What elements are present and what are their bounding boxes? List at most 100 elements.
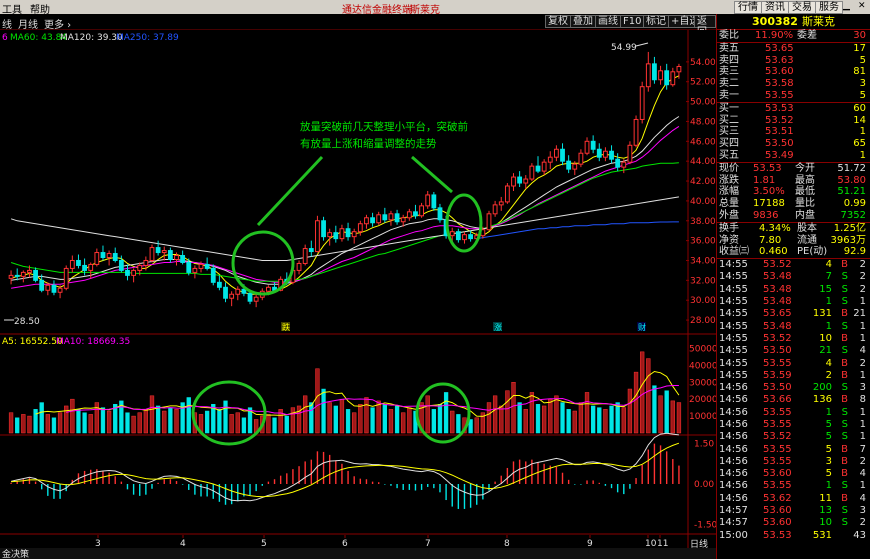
draw-line-button[interactable]: 画线	[595, 15, 621, 28]
tick-t: 14:55	[719, 369, 748, 381]
stat-v1: 3.50%	[753, 186, 785, 198]
fundamental-v2: 92.9	[843, 246, 866, 258]
candle-body	[357, 223, 363, 233]
ask-level[interactable]: 卖二 53.58 3	[717, 78, 870, 90]
candle-body	[486, 213, 492, 231]
fundamental-v2: 1.25亿	[833, 222, 866, 234]
fundamental-l2: 股本	[797, 222, 817, 234]
minimize-icon[interactable]: ▁	[843, 1, 850, 11]
volume-bar	[358, 404, 363, 434]
bid-level[interactable]: 买一 53.53 60	[717, 103, 870, 115]
volume-legend: A5: 16552.50 MA10: 18669.35	[2, 337, 130, 347]
bid-level[interactable]: 买五 53.49 1	[717, 150, 870, 162]
tick-p: 53.48	[763, 271, 792, 283]
tick-bs: S	[841, 283, 848, 295]
volume-bar	[437, 404, 443, 434]
tick-t: 14:56	[719, 480, 748, 492]
ask-level[interactable]: 卖一 53.55 5	[717, 90, 870, 102]
service-button[interactable]: 服务	[815, 1, 843, 14]
candle-body	[652, 63, 657, 81]
candle-body	[425, 194, 431, 207]
tick-bs: B	[841, 492, 848, 504]
level-label: 买一	[719, 102, 739, 114]
stat-v1: 9836	[753, 209, 779, 221]
period-selector[interactable]: 线	[2, 16, 12, 31]
level-price: 53.55	[765, 89, 794, 101]
close-icon[interactable]: ✕	[858, 1, 866, 11]
candle-body	[658, 70, 663, 81]
candle-body	[345, 228, 351, 238]
tick-n: 2	[859, 357, 866, 369]
monthly-tab[interactable]: 月线	[18, 16, 38, 31]
news-button[interactable]: 资讯	[761, 1, 789, 14]
tick-bs: B	[841, 308, 848, 320]
tick-bs: B	[841, 394, 848, 406]
candle-body	[229, 293, 235, 299]
candle-body	[149, 247, 155, 261]
overlay-button[interactable]: 叠加	[570, 15, 596, 28]
bid-level[interactable]: 买二 53.52 14	[717, 115, 870, 127]
volume-bar	[401, 412, 406, 434]
candle-body	[621, 161, 627, 168]
volume-bar	[143, 409, 149, 434]
mark-button[interactable]: 标记	[643, 15, 669, 28]
price-tick: 52.00	[690, 78, 716, 88]
badge-up[interactable]: 涨	[494, 322, 502, 332]
candle-body	[664, 70, 670, 86]
stat-row: 涨跌 1.81 最高 53.80	[717, 175, 870, 187]
tick-bs: S	[841, 431, 848, 443]
more-periods-menu[interactable]: 更多 ›	[44, 16, 71, 31]
tick-n: 21	[853, 308, 866, 320]
bottom-tab[interactable]: 金决策	[2, 548, 29, 559]
candle-body	[180, 255, 186, 263]
badge-finance[interactable]: 财	[638, 322, 646, 332]
volume-bar	[407, 407, 412, 434]
volume-bar	[664, 390, 669, 434]
candle-body	[8, 274, 14, 279]
fundamentals-block: 换手 4.34% 股本 1.25亿 净资 7.80 流通 3963万 收益㈢ 0.460 PE(动)…	[717, 221, 870, 258]
badge-down[interactable]: 跌	[282, 322, 290, 332]
volume-bar	[82, 412, 87, 434]
price-tick: 28.00	[690, 316, 716, 326]
stat-v1: 1.81	[753, 174, 776, 186]
adjust-button[interactable]: 复权	[545, 15, 571, 28]
candle-body	[572, 163, 578, 170]
volume-bar	[609, 405, 614, 434]
tick-v: 5	[825, 419, 832, 430]
price-tick: 42.00	[690, 177, 716, 187]
volume-bar	[511, 382, 516, 434]
tick-n: 2	[859, 517, 866, 529]
f10-button[interactable]: F10	[620, 15, 645, 28]
quote-button[interactable]: 行情	[734, 1, 762, 14]
ask-level[interactable]: 卖四 53.63 5	[717, 55, 870, 67]
weibi-row: 委比 11.90% 委差 30	[719, 30, 866, 41]
bid-level[interactable]: 买四 53.50 65	[717, 138, 870, 150]
candle-body	[504, 185, 510, 203]
ask-level[interactable]: 卖五 53.65 17	[717, 43, 870, 55]
candle-body	[143, 259, 149, 266]
tick-bs: S	[841, 382, 848, 394]
back-button[interactable]: 返回	[694, 15, 716, 38]
tick-t: 14:56	[719, 431, 748, 443]
ask-level[interactable]: 卖三 53.60 81	[717, 66, 870, 78]
candle-body	[603, 150, 608, 158]
volume-bar	[364, 397, 369, 434]
stock-header: 300382 斯莱克	[717, 14, 870, 30]
candle-body	[210, 267, 216, 283]
tick-v: 4	[825, 259, 832, 271]
trade-button[interactable]: 交易	[788, 1, 816, 14]
tick-list[interactable]: 14:55 53.52 4 B 2 14:55 53.48 7 S 2 14:55 53.48 15 S 2…	[717, 258, 870, 542]
bid-level[interactable]: 买三 53.51 1	[717, 126, 870, 138]
volume-bar	[486, 402, 492, 434]
candle-body	[161, 250, 167, 254]
volume-bar	[658, 395, 663, 434]
tick-t: 15:00	[719, 529, 748, 541]
volume-bar	[474, 417, 479, 434]
vol-legend-item: A5: 16552.50	[2, 337, 63, 347]
price-tick: 30.00	[690, 296, 716, 306]
candle-body	[633, 118, 639, 146]
tick-v: 5	[825, 431, 832, 443]
volume-bar	[155, 405, 161, 434]
kline-chart[interactable]: 6 MA60: 43.84 MA120: 39.30 MA250: 37.89 …	[0, 30, 716, 559]
volume-bar	[584, 392, 590, 434]
